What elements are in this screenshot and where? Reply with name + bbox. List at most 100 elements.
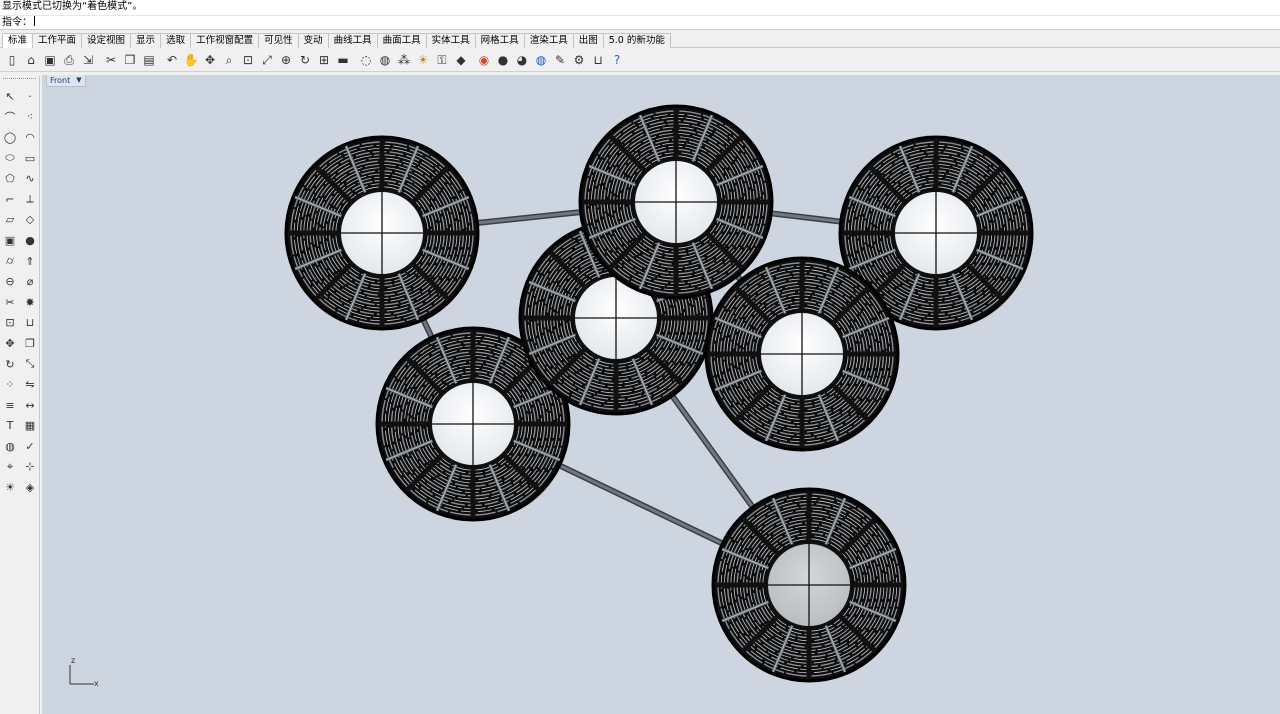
scale-icon[interactable]: ⤡ — [20, 354, 40, 375]
rotate-icon[interactable]: ↻ — [0, 354, 20, 375]
help-icon[interactable]: ? — [608, 51, 626, 69]
tab-0[interactable]: 标准 — [2, 33, 34, 48]
rectangle-icon[interactable]: ▭ — [20, 148, 40, 169]
zoom-icon[interactable]: ⌕ — [220, 51, 238, 69]
import-icon[interactable]: ⇲ — [79, 51, 97, 69]
polygon-icon[interactable]: ⬠ — [0, 168, 20, 189]
viewport-title: Front — [50, 76, 71, 85]
shaded-sphere-icon[interactable]: ◕ — [513, 51, 531, 69]
layer-icon[interactable]: ◆ — [452, 51, 470, 69]
box-icon[interactable]: ▣ — [0, 230, 20, 251]
tab-11[interactable]: 网格工具 — [474, 33, 525, 48]
tab-13[interactable]: 出图 — [572, 33, 604, 48]
curve-points-icon[interactable]: ⁖ — [20, 107, 40, 128]
tab-6[interactable]: 可见性 — [258, 33, 299, 48]
check-icon[interactable]: ✓ — [20, 436, 40, 457]
viewport-title-tab[interactable]: Front ▼ — [46, 75, 86, 87]
text-icon[interactable]: T — [0, 416, 20, 437]
tab-2[interactable]: 设定视图 — [81, 33, 132, 48]
tab-5[interactable]: 工作视窗配置 — [190, 33, 260, 48]
show-icon[interactable]: ◍ — [376, 51, 394, 69]
move-view-icon[interactable]: ✥ — [201, 51, 219, 69]
new-file-icon[interactable]: ▯ — [3, 51, 21, 69]
ellipse-icon[interactable]: ⬭ — [0, 148, 20, 169]
tab-7[interactable]: 变动 — [297, 33, 329, 48]
world-axis-indicator: xz — [69, 656, 99, 688]
settings-gear-icon[interactable]: ⚙ — [570, 51, 588, 69]
join-icon[interactable]: ⊔ — [589, 51, 607, 69]
wireframe-ring — [284, 135, 480, 331]
zoom-extents-icon[interactable]: ⤢ — [258, 51, 276, 69]
render-sphere-icon[interactable]: ◍ — [532, 51, 550, 69]
loft-icon[interactable]: ◇ — [20, 210, 40, 231]
offset-icon[interactable]: ⟂ — [20, 189, 40, 210]
status-message: 显示模式已切换为“着色模式”。 — [0, 0, 1280, 15]
material-icon[interactable]: ◈ — [20, 477, 40, 498]
command-line[interactable]: 指令： — [0, 15, 1280, 30]
paste-icon[interactable]: ▤ — [140, 51, 158, 69]
four-viewports-icon[interactable]: ⊞ — [315, 51, 333, 69]
surface-icon[interactable]: ▱ — [0, 210, 20, 231]
tab-10[interactable]: 实体工具 — [425, 33, 476, 48]
rotate-view-icon[interactable]: ↻ — [296, 51, 314, 69]
polyline-icon[interactable]: ⌒ — [0, 107, 20, 128]
fillet-icon[interactable]: ⌐ — [0, 189, 20, 210]
copy-icon[interactable]: ❐ — [20, 333, 40, 354]
zoom-window-icon[interactable]: ⊡ — [239, 51, 257, 69]
analyze-icon[interactable]: ⌖ — [0, 457, 20, 478]
snap-icon[interactable]: ⊹ — [20, 457, 40, 478]
front-viewport[interactable]: xz Front ▼ — [42, 75, 1280, 714]
align-icon[interactable]: ≡ — [0, 395, 20, 416]
points-on-icon[interactable]: ⁂ — [395, 51, 413, 69]
car-icon[interactable]: ▬ — [334, 51, 352, 69]
arc-icon[interactable]: ◠ — [20, 127, 40, 148]
copy-icon[interactable]: ❐ — [121, 51, 139, 69]
tab-4[interactable]: 选取 — [160, 33, 192, 48]
dimension-icon[interactable]: ↔ — [20, 395, 40, 416]
print-icon[interactable]: ⎙ — [60, 51, 78, 69]
tools-icon[interactable]: ✎ — [551, 51, 569, 69]
pan-hand-icon[interactable]: ✋ — [182, 51, 200, 69]
point-icon[interactable]: · — [20, 86, 40, 107]
group-icon[interactable]: ⊡ — [0, 313, 20, 334]
color-wheel-icon[interactable]: ◉ — [475, 51, 493, 69]
trim-icon[interactable]: ✂ — [0, 292, 20, 313]
tab-12[interactable]: 渲染工具 — [523, 33, 574, 48]
tab-1[interactable]: 工作平面 — [32, 33, 83, 48]
move-icon[interactable]: ✥ — [0, 333, 20, 354]
cut-icon[interactable]: ✂ — [102, 51, 120, 69]
freeform-icon[interactable]: ∿ — [20, 168, 40, 189]
axis-z-label: z — [71, 656, 75, 665]
zoom-selected-icon[interactable]: ⊕ — [277, 51, 295, 69]
explode-icon[interactable]: ✸ — [20, 292, 40, 313]
tab-14[interactable]: 5.0 的新功能 — [602, 33, 671, 48]
mirror-icon[interactable]: ⇋ — [20, 374, 40, 395]
standard-toolbar: ▯ ⌂ ▣ ⎙ ⇲ ✂ ❐ ▤ ↶ ✋ ✥ ⌕ ⊡ ⤢ ⊕ ↻ ⊞ ▬ ◌ ◍ ⁂ ☀ ⚿ ◆ ◉ ● ◕ ◍ ✎ ⚙ ⊔? — [0, 48, 1280, 72]
circle-icon[interactable]: ◯ — [0, 127, 20, 148]
panel-grip[interactable] — [3, 78, 36, 83]
mesh-icon[interactable]: ▦ — [20, 416, 40, 437]
boolean-icon[interactable]: ⊖ — [0, 271, 20, 292]
wireframe-ring — [704, 256, 900, 452]
open-folder-icon[interactable]: ⌂ — [22, 51, 40, 69]
hide-icon[interactable]: ◌ — [357, 51, 375, 69]
sphere-icon[interactable]: ● — [20, 230, 40, 251]
cylinder-icon[interactable]: ⌭ — [0, 251, 20, 272]
tab-3[interactable]: 显示 — [130, 33, 162, 48]
viewport-menu-arrow-icon[interactable]: ▼ — [76, 75, 81, 86]
render-icon[interactable]: ◍ — [0, 436, 20, 457]
extrude-icon[interactable]: ⇑ — [20, 251, 40, 272]
split-icon[interactable]: ⌀ — [20, 271, 40, 292]
tab-8[interactable]: 曲线工具 — [327, 33, 378, 48]
light-icon[interactable]: ☀ — [0, 477, 20, 498]
left-tool-panel: ↖ · ⌒ ⁖ ◯ ◠ ⬭ ▭ ⬠ ∿ ⌐ ⟂ ▱ ◇ ▣ ● ⌭ ⇑ ⊖ ⌀ ✂ ✸ ⊡ ⊔ ✥ ❐ ↻ ⤡ ⁘ ⇋ ≡ ↔ T ▦ ◍ ✓ ⌖ ⊹ ☀ ◈ — [0, 76, 40, 714]
undo-icon[interactable]: ↶ — [163, 51, 181, 69]
select-arrow-icon[interactable]: ↖ — [0, 86, 20, 107]
save-icon[interactable]: ▣ — [41, 51, 59, 69]
array-icon[interactable]: ⁘ — [0, 374, 20, 395]
lightbulb-icon[interactable]: ☀ — [414, 51, 432, 69]
tab-9[interactable]: 曲面工具 — [376, 33, 427, 48]
join-icon[interactable]: ⊔ — [20, 313, 40, 334]
lock-icon[interactable]: ⚿ — [433, 51, 451, 69]
sphere-icon[interactable]: ● — [494, 51, 512, 69]
